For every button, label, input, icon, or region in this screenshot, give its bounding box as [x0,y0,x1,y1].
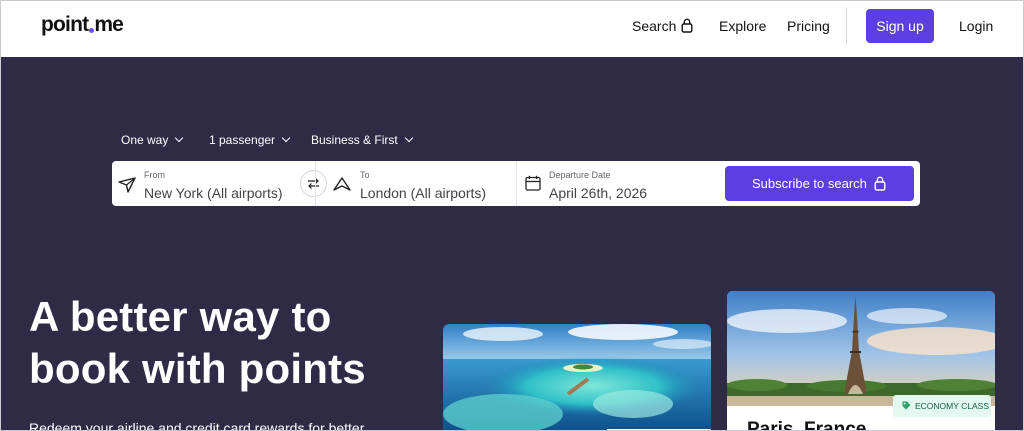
chevron-down-icon [281,133,291,143]
browser-window: point me Search Explore Pricing Sign up L… [0,0,1024,431]
signup-button[interactable]: Sign up [866,9,934,43]
passengers-dropdown[interactable]: 1 passenger [209,133,291,147]
from-value: New York (All airports) [144,185,283,201]
cabin-class-badge: ECONOMY CLASS [893,395,991,417]
date-value: April 26th, 2026 [549,185,648,201]
chevron-down-icon [404,133,413,143]
from-label: From [144,170,165,180]
hero-title-line1: A better way to [29,293,332,340]
calendar-icon [525,175,541,191]
passengers-label: 1 passenger [209,133,276,147]
nav-search[interactable]: Search [632,18,693,34]
lock-icon [681,18,693,33]
logo-dot [88,28,94,33]
lock-icon [874,176,886,191]
destination-card-maldives[interactable] [443,324,711,430]
site-header: point me Search Explore Pricing Sign up L… [1,1,1023,57]
nav-search-label: Search [632,18,677,34]
cabin-dropdown[interactable]: Business & First [311,133,413,147]
logo[interactable]: point me [41,13,124,37]
nav-pricing[interactable]: Pricing [787,18,830,34]
trip-type-dropdown[interactable]: One way [121,133,184,147]
from-field[interactable]: From New York (All airports) [112,161,313,206]
date-label: Departure Date [549,170,611,180]
hero-title-line2: book with points [29,345,366,392]
nav-explore[interactable]: Explore [719,18,766,34]
login-link[interactable]: Login [959,18,993,34]
trip-type-label: One way [121,133,169,147]
subscribe-to-search-button[interactable]: Subscribe to search [725,166,914,201]
to-value: London (All airports) [360,185,487,201]
chevron-down-icon [175,133,184,143]
badge-label: ECONOMY CLASS [915,401,990,411]
hero-title: A better way to book with points [29,291,366,395]
departure-date-field[interactable]: Departure Date April 26th, 2026 [516,161,718,206]
to-field[interactable]: To London (All airports) [315,161,516,206]
tag-icon [902,401,911,410]
hero-subtitle: Redeem your airline and credit card rewa… [29,420,365,431]
nav-divider [846,7,847,45]
destination-city: Paris, France [747,419,867,431]
flight-search-bar: From New York (All airports) To London (… [112,161,920,206]
departure-plane-icon [118,177,136,193]
destination-card-paris[interactable]: ECONOMY CLASS Paris, France [727,291,995,431]
arrival-plane-icon [333,177,351,191]
subscribe-label: Subscribe to search [752,176,867,191]
to-label: To [360,170,370,180]
cabin-label: Business & First [311,133,398,147]
paris-photo [727,291,995,406]
maldives-photo [443,324,711,430]
